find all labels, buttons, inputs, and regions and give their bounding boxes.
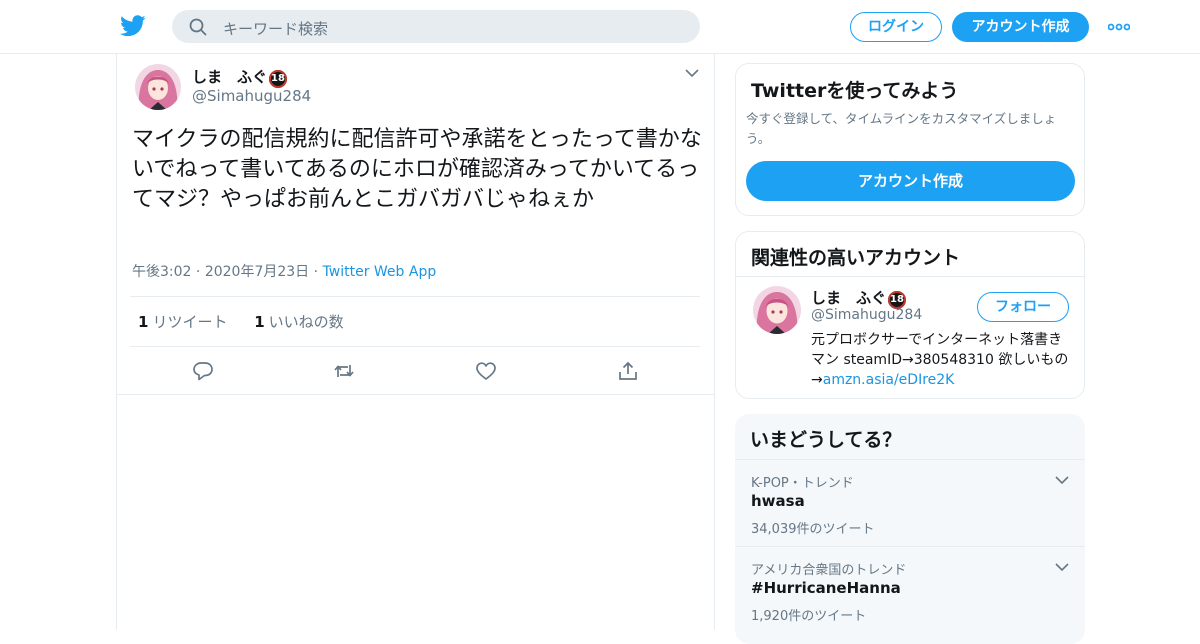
retweet-stat[interactable]: 1 リツイート <box>138 313 227 331</box>
meta-dot: · <box>313 264 319 280</box>
related-accounts-card: 関連性の高いアカウント しま ふぐ 18 @Simahugu284 フォロー 元プ… <box>735 231 1085 399</box>
login-button[interactable]: ログイン <box>850 12 942 42</box>
trend-name[interactable]: hwasa <box>751 492 805 510</box>
like-label: いいねの数 <box>268 313 344 331</box>
related-handle[interactable]: @Simahugu284 <box>811 307 922 323</box>
related-accounts-title: 関連性の高いアカウント <box>751 247 961 269</box>
related-avatar[interactable] <box>753 286 801 334</box>
tweet-date[interactable]: 2020年7月23日 <box>205 264 309 280</box>
follow-button[interactable]: フォロー <box>977 292 1069 322</box>
trend-context: アメリカ合衆国のトレンド <box>751 563 907 578</box>
display-name-text: しま ふぐ <box>192 68 268 86</box>
signup-button[interactable]: アカウント作成 <box>952 12 1089 42</box>
chevron-down-icon[interactable] <box>1055 475 1069 485</box>
twitter-logo-icon[interactable] <box>120 14 146 38</box>
meta-dot: · <box>195 264 201 280</box>
search-icon <box>189 18 207 36</box>
signup-card-description: 今すぐ登録して、タイムラインをカスタマイズしましょう。 <box>746 111 1057 146</box>
share-icon[interactable] <box>617 360 639 382</box>
retweet-count: 1 <box>138 313 149 331</box>
more-dots-icon[interactable] <box>1108 22 1130 32</box>
like-stat[interactable]: 1 いいねの数 <box>254 313 343 331</box>
trend-name[interactable]: #HurricaneHanna <box>751 579 901 597</box>
trends-card: いまどうしてる？ K-POP・トレンド hwasa 34,039件のツイート ア… <box>735 414 1085 644</box>
trend-item[interactable]: アメリカ合衆国のトレンド #HurricaneHanna 1,920件のツイート <box>735 547 1085 633</box>
related-name-text: しま ふぐ <box>811 289 887 307</box>
retweet-icon[interactable] <box>333 360 355 382</box>
trend-context: K-POP・トレンド <box>751 476 854 491</box>
display-name[interactable]: しま ふぐ 18 <box>192 66 288 88</box>
top-bar: キーワード検索 ログイン アカウント作成 <box>0 0 1200 54</box>
user-handle[interactable]: @Simahugu284 <box>192 87 311 105</box>
signup-card-title: Twitterを使ってみよう <box>751 80 959 102</box>
signup-card-button[interactable]: アカウント作成 <box>746 161 1075 201</box>
tweet-time[interactable]: 午後3:02 <box>132 264 191 280</box>
search-input[interactable]: キーワード検索 <box>223 18 328 39</box>
related-bio-link[interactable]: amzn.asia/eDIre2K <box>823 372 955 388</box>
chevron-down-icon[interactable] <box>685 68 699 78</box>
retweet-label: リツイート <box>152 313 228 331</box>
search-bar[interactable]: キーワード検索 <box>172 10 700 43</box>
reply-icon[interactable] <box>192 360 214 382</box>
divider <box>130 346 700 347</box>
like-count: 1 <box>254 313 265 331</box>
tweet-source-link[interactable]: Twitter Web App <box>323 264 437 280</box>
trend-count: 34,039件のツイート <box>751 522 875 537</box>
trend-count: 1,920件のツイート <box>751 609 867 624</box>
trend-item[interactable]: K-POP・トレンド hwasa 34,039件のツイート <box>735 460 1085 546</box>
divider <box>736 276 1084 277</box>
divider <box>130 296 700 297</box>
tweet-text: マイクラの配信規約に配信許可や承諾をとったって書かないでねって書いてあるのにホロ… <box>132 127 702 212</box>
like-icon[interactable] <box>475 360 497 382</box>
trends-title: いまどうしてる？ <box>750 429 902 451</box>
tweet-timestamp: 午後3:02 · 2020年7月23日 · Twitter Web App <box>132 261 436 281</box>
chevron-down-icon[interactable] <box>1055 562 1069 572</box>
divider <box>117 394 714 395</box>
age-18-badge-icon: 18 <box>269 70 288 88</box>
related-display-name[interactable]: しま ふぐ 18 <box>811 287 907 309</box>
tweet-stats: 1 リツイート 1 いいねの数 <box>138 311 366 332</box>
tweet-detail: しま ふぐ 18 @Simahugu284 マイクラの配信規約に配信許可や承諾をと… <box>116 54 715 630</box>
avatar[interactable] <box>135 64 181 110</box>
signup-card: Twitterを使ってみよう 今すぐ登録して、タイムラインをカスタマイズしましょ… <box>735 63 1085 216</box>
related-bio: 元プロボクサーでインターネット落書きマン steamID→380548310 欲… <box>811 330 1075 390</box>
